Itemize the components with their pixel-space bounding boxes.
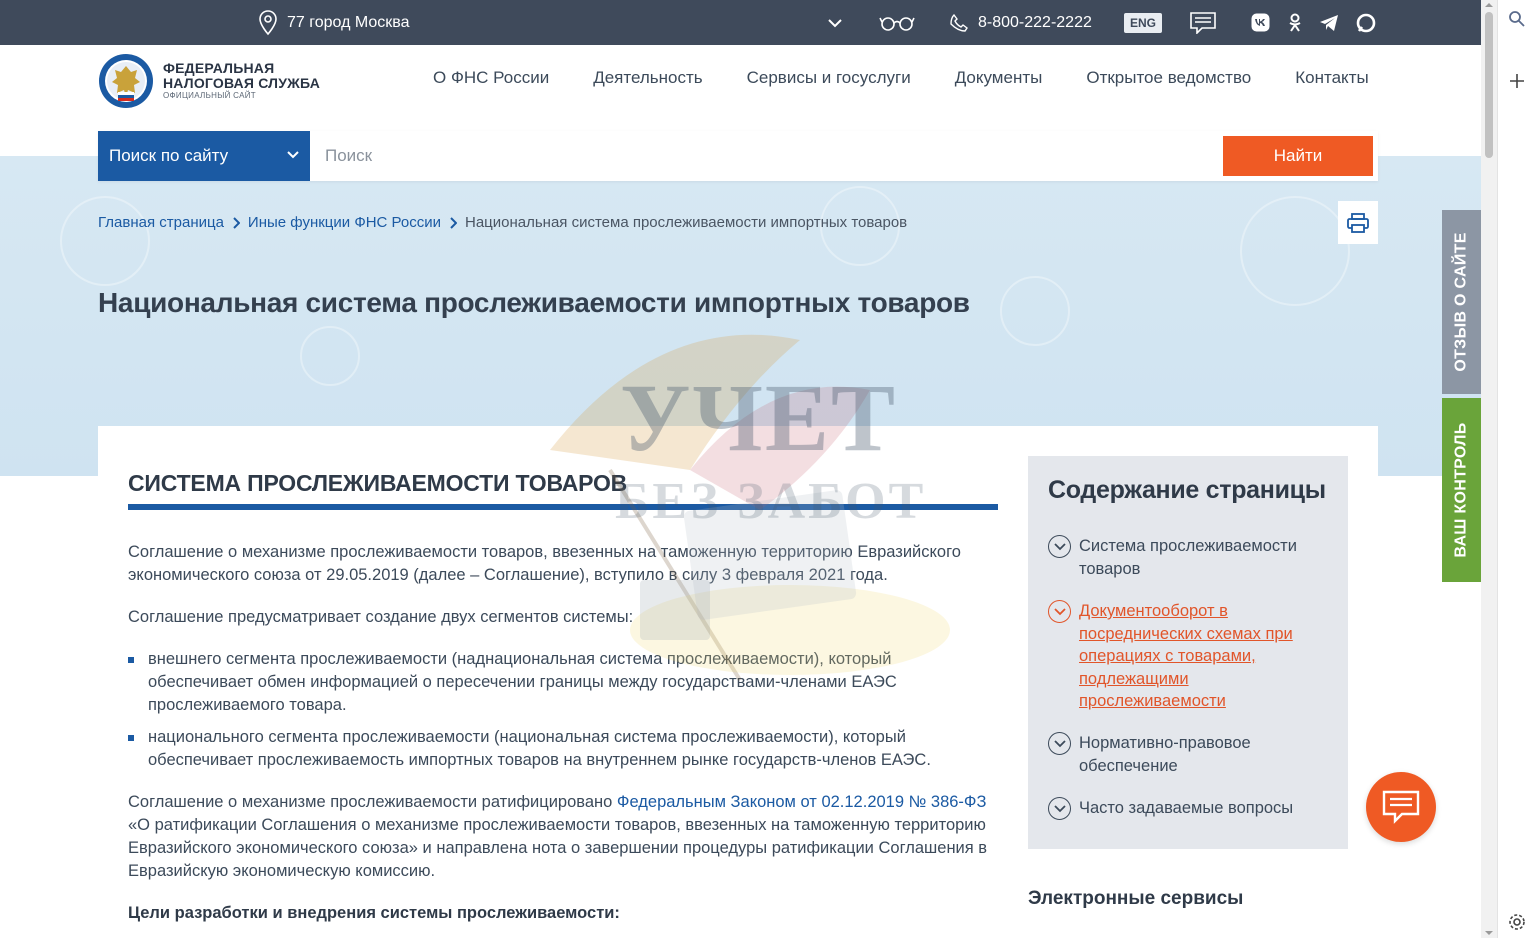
section-title: СИСТЕМА ПРОСЛЕЖИВАЕМОСТИ ТОВАРОВ xyxy=(128,470,628,496)
search-icon[interactable] xyxy=(1508,10,1526,28)
region-dropdown-toggle[interactable] xyxy=(828,0,842,45)
toc-item-label: Нормативно-правовое обеспечение xyxy=(1079,734,1251,775)
toc-item-tracking-system[interactable]: Система прослеживаемости товаров xyxy=(1048,535,1338,580)
chevron-down-icon xyxy=(287,151,299,159)
search-scope-label: Поиск по сайту xyxy=(109,146,229,165)
fns-logo[interactable]: ФЕДЕРАЛЬНАЯ НАЛОГОВАЯ СЛУЖБА ОФИЦИАЛЬНЫЙ… xyxy=(97,52,320,110)
nav-documents[interactable]: Документы xyxy=(955,68,1043,88)
toc-item-faq[interactable]: Часто задаваемые вопросы xyxy=(1048,797,1338,820)
federal-law-link[interactable]: Федеральным Законом от 02.12.2019 № 386-… xyxy=(617,793,987,811)
page-title: Национальная система прослеживаемости им… xyxy=(98,287,970,318)
hero-decor-circle xyxy=(1000,276,1070,346)
breadcrumb-section[interactable]: Иные функции ФНС России xyxy=(248,214,441,231)
scroll-down-arrow-icon xyxy=(1485,931,1493,935)
rutube-icon xyxy=(1356,13,1376,32)
location-pin-icon xyxy=(259,9,277,35)
toc-item-label: Документооборот в посреднических схемах … xyxy=(1079,602,1293,710)
telegram-link[interactable] xyxy=(1319,0,1339,45)
paragraph: Соглашение о механизме прослеживаемости … xyxy=(128,791,1000,883)
scrollbar-thumb[interactable] xyxy=(1485,12,1493,158)
search-input[interactable] xyxy=(310,131,1222,181)
chevron-down-icon xyxy=(828,18,842,27)
hero-decor-circle xyxy=(60,196,150,286)
logo-title-line1: ФЕДЕРАЛЬНАЯ xyxy=(163,60,275,77)
toc-item-label: Часто задаваемые вопросы xyxy=(1079,799,1294,817)
nav-services[interactable]: Сервисы и госуслуги xyxy=(747,68,911,88)
region-selector[interactable]: 77 город Москва xyxy=(258,0,409,45)
paragraph-text: Соглашение о механизме прослеживаемости … xyxy=(128,793,617,811)
table-of-contents: Содержание страницы Система прослеживаем… xyxy=(1028,456,1348,849)
chevron-down-circle-icon xyxy=(1048,600,1071,623)
your-control-label: ВАШ КОНТРОЛЬ xyxy=(1452,422,1470,558)
article-body: Соглашение о механизме прослеживаемости … xyxy=(128,541,1000,944)
message-icon xyxy=(1190,11,1216,34)
telegram-icon xyxy=(1320,14,1338,31)
toc-item-document-flow[interactable]: Документооборот в посреднических схемах … xyxy=(1048,600,1338,713)
site-feedback-label: ОТЗЫВ О САЙТЕ xyxy=(1452,232,1470,372)
breadcrumb-home[interactable]: Главная страница xyxy=(98,214,224,231)
e-services-heading: Электронные сервисы xyxy=(1028,888,1244,909)
section-title-underline xyxy=(128,504,998,510)
hero-decor-circle xyxy=(1240,196,1350,306)
vk-icon xyxy=(1251,13,1270,32)
phone-icon xyxy=(950,13,968,32)
chevron-right-icon xyxy=(232,216,240,229)
chevron-right-icon xyxy=(449,216,457,229)
glasses-icon xyxy=(879,16,915,31)
phone-number: 8-800-222-2222 xyxy=(978,13,1092,31)
hero-decor-circle xyxy=(300,326,360,386)
content-card: СИСТЕМА ПРОСЛЕЖИВАЕМОСТИ ТОВАРОВ Соглаше… xyxy=(98,426,1378,946)
paragraph-text: «О ратификации Соглашения о механизме пр… xyxy=(128,816,988,880)
toc-title: Содержание страницы xyxy=(1048,476,1326,504)
region-label: 77 город Москва xyxy=(287,13,410,31)
hotline-phone[interactable]: 8-800-222-2222 xyxy=(950,0,1092,45)
rutube-link[interactable] xyxy=(1356,0,1376,45)
search-submit-button[interactable]: Найти xyxy=(1223,136,1373,176)
chat-icon xyxy=(1382,790,1420,824)
chevron-down-circle-icon xyxy=(1048,732,1071,755)
toc-item-label: Система прослеживаемости товаров xyxy=(1079,537,1297,578)
language-switch[interactable]: ENG xyxy=(1124,0,1163,45)
eng-badge: ENG xyxy=(1124,12,1163,33)
printer-icon xyxy=(1347,212,1369,233)
main-nav: О ФНС России Деятельность Сервисы и госу… xyxy=(433,68,1413,88)
chat-button[interactable] xyxy=(1366,772,1436,842)
site-feedback-tab[interactable]: ОТЗЫВ О САЙТЕ xyxy=(1442,210,1481,394)
browser-sidebar xyxy=(1497,0,1533,938)
list-item: внешнего сегмента прослеживаемости (надн… xyxy=(128,648,1000,717)
print-button[interactable] xyxy=(1338,201,1378,244)
fns-emblem-icon xyxy=(99,54,153,108)
ok-link[interactable] xyxy=(1288,0,1302,45)
breadcrumb: Главная страница Иные функции ФНС России… xyxy=(98,214,907,231)
top-bar: 77 город Москва 8-800-222-2222 ENG xyxy=(0,0,1481,45)
nav-contacts[interactable]: Контакты xyxy=(1295,68,1368,88)
breadcrumb-current: Национальная система прослеживаемости им… xyxy=(465,214,908,231)
gear-icon[interactable] xyxy=(1507,912,1527,932)
scroll-up-arrow-icon xyxy=(1485,3,1493,7)
chevron-down-circle-icon xyxy=(1048,797,1071,820)
toc-item-regulations[interactable]: Нормативно-правовое обеспечение xyxy=(1048,732,1338,777)
subheading: Цели разработки и внедрения системы прос… xyxy=(128,904,620,922)
logo-subtitle: ОФИЦИАЛЬНЫЙ САЙТ xyxy=(163,91,256,101)
logo-title-line2: НАЛОГОВАЯ СЛУЖБА xyxy=(163,74,321,91)
search-scope-select[interactable]: Поиск по сайту xyxy=(98,131,310,181)
nav-about[interactable]: О ФНС России xyxy=(433,68,549,88)
nav-activity[interactable]: Деятельность xyxy=(593,68,702,88)
ok-icon xyxy=(1289,13,1301,32)
list-item: национального сегмента прослеживаемости … xyxy=(128,726,1000,772)
paragraph: Соглашение предусматривает создание двух… xyxy=(128,608,634,626)
segments-list: внешнего сегмента прослеживаемости (надн… xyxy=(128,648,1000,772)
site-search: Поиск по сайту Найти xyxy=(98,131,1378,181)
nav-open-agency[interactable]: Открытое ведомство xyxy=(1086,68,1251,88)
chevron-down-circle-icon xyxy=(1048,535,1071,558)
accessibility-button[interactable] xyxy=(879,0,915,45)
page-scrollbar[interactable] xyxy=(1481,0,1497,938)
vk-link[interactable] xyxy=(1251,0,1270,45)
paragraph: Соглашение о механизме прослеживаемости … xyxy=(128,543,961,584)
your-control-tab[interactable]: ВАШ КОНТРОЛЬ xyxy=(1442,398,1481,582)
plus-icon[interactable] xyxy=(1509,73,1525,89)
feedback-messages-button[interactable] xyxy=(1190,0,1216,45)
